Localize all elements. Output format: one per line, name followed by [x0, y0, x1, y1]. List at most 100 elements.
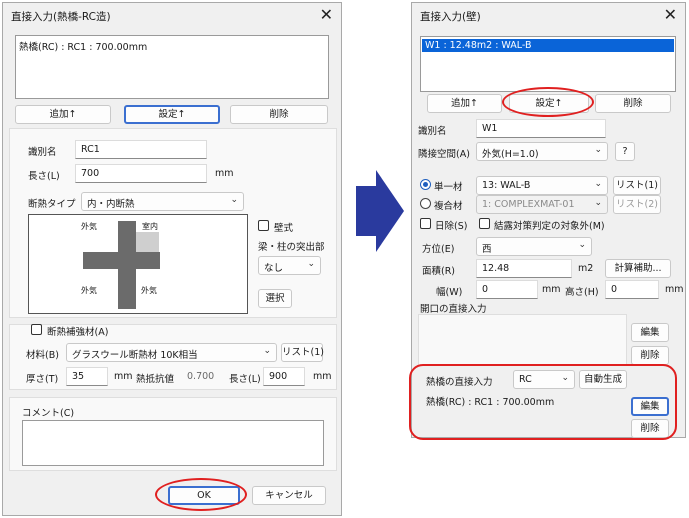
- adjacent-select[interactable]: 外気(H=1.0) ⌄: [476, 142, 608, 161]
- chevron-down-icon: ⌄: [594, 198, 602, 208]
- left-titlebar: 直接入力(熱橋-RC造) ✕: [3, 3, 341, 29]
- length-label: 長さ(L): [28, 171, 60, 182]
- left-dialog-title: 直接入力(熱橋-RC造): [11, 11, 111, 23]
- area-unit: m2: [578, 263, 594, 274]
- right-id-label: 識別名: [418, 126, 447, 137]
- length2-unit: mm: [313, 371, 332, 382]
- sun-shade-label: 日除(S): [435, 221, 468, 232]
- protrusion-value: なし: [264, 263, 284, 274]
- help-button[interactable]: ?: [615, 142, 635, 161]
- height-label: 高さ(H): [565, 287, 599, 298]
- diagram-outside-bottom-left: 外気: [81, 286, 97, 295]
- right-list-box[interactable]: W1 : 12.48m2 : WAL-B: [420, 36, 676, 92]
- comment-input[interactable]: [22, 420, 324, 466]
- insulation-diagram: 外気 室内 外気 外気: [28, 214, 248, 314]
- right-add-button[interactable]: 追加↑: [427, 94, 502, 113]
- left-list-box[interactable]: 熱橋(RC) : RC1 : 700.00mm: [15, 35, 329, 99]
- right-dialog-title: 直接入力(壁): [420, 11, 481, 23]
- composite-material-select[interactable]: 1: COMPLEXMAT-01 ⌄: [476, 195, 608, 214]
- area-label: 面積(R): [422, 266, 456, 277]
- ok-highlight-ellipse: [155, 478, 247, 511]
- thickness-input[interactable]: 35: [66, 367, 108, 386]
- insulation-type-value: 内・内断熱: [87, 199, 135, 210]
- left-delete-button[interactable]: 削除: [230, 105, 328, 124]
- direction-value: 西: [482, 244, 492, 255]
- chevron-down-icon: ⌄: [594, 179, 602, 189]
- thickness-unit: mm: [114, 371, 133, 382]
- diagram-inside-top-right: 室内: [142, 222, 158, 231]
- cancel-button[interactable]: キャンセル: [252, 486, 326, 505]
- width-unit: mm: [542, 284, 561, 295]
- chevron-down-icon: ⌄: [230, 195, 238, 205]
- diagram-outside-bottom-right: 外気: [141, 286, 157, 295]
- resistance-value: 0.700: [187, 371, 215, 382]
- right-list-item-selected[interactable]: W1 : 12.48m2 : WAL-B: [422, 39, 674, 52]
- chevron-down-icon: ⌄: [578, 240, 586, 250]
- opening-panel: [418, 314, 627, 366]
- width-label: 幅(W): [436, 287, 463, 298]
- reinforce-panel: 断熱補強材(A) 材料(B) グラスウール断熱材 10K相当 ⌄ リスト(1) …: [9, 324, 337, 390]
- material-select[interactable]: グラスウール断熱材 10K相当 ⌄: [66, 343, 277, 362]
- select-button[interactable]: 選択: [258, 289, 292, 308]
- direction-select[interactable]: 西 ⌄: [476, 237, 592, 256]
- material-value: グラスウール断熱材 10K相当: [72, 350, 198, 361]
- material-label: 材料(B): [26, 350, 59, 361]
- transition-arrow-icon: [356, 170, 404, 252]
- opening-label: 開口の直接入力: [420, 304, 487, 315]
- length-input[interactable]: 700: [75, 164, 207, 183]
- reinforce-checkbox[interactable]: [31, 324, 42, 335]
- thickness-label: 厚さ(T): [26, 374, 59, 385]
- id-input[interactable]: RC1: [75, 140, 207, 159]
- opening-delete-button[interactable]: 削除: [631, 346, 669, 365]
- adjacent-label: 隣接空間(A): [418, 149, 470, 160]
- sun-shade-checkbox[interactable]: [420, 218, 431, 229]
- height-unit: mm: [665, 284, 684, 295]
- chevron-down-icon: ⌄: [307, 259, 315, 269]
- comment-panel: コメント(C): [9, 397, 337, 471]
- resistance-label: 熱抵抗値: [136, 374, 175, 385]
- right-close-icon[interactable]: ✕: [664, 5, 677, 24]
- direction-label: 方位(E): [422, 244, 455, 255]
- composite-material-value: 1: COMPLEXMAT-01: [482, 199, 575, 210]
- composite-material-radio[interactable]: [420, 198, 431, 209]
- diagram-inside-insulation: [136, 232, 159, 252]
- left-list-item[interactable]: 熱橋(RC) : RC1 : 700.00mm: [19, 39, 147, 53]
- height-input[interactable]: 0: [605, 280, 659, 299]
- calc-helper-button[interactable]: 計算補助...: [605, 259, 671, 278]
- opening-edit-button[interactable]: 編集: [631, 323, 669, 342]
- diagram-wall-horizontal: [83, 252, 160, 269]
- id-label: 識別名: [28, 147, 57, 158]
- set-button-highlight-ellipse: [502, 87, 594, 117]
- single-list-button[interactable]: リスト(1): [613, 176, 661, 195]
- material-list-button[interactable]: リスト(1): [281, 343, 324, 362]
- reinforce-label: 断熱補強材(A): [47, 327, 109, 338]
- diagram-outside-top-left: 外気: [81, 222, 97, 231]
- wall-type-checkbox[interactable]: [258, 220, 269, 231]
- length2-input[interactable]: 900: [263, 367, 305, 386]
- wall-type-label: 壁式: [274, 223, 294, 234]
- composite-list-button[interactable]: リスト(2): [613, 195, 661, 214]
- left-dialog: 直接入力(熱橋-RC造) ✕ 熱橋(RC) : RC1 : 700.00mm 追…: [2, 2, 342, 516]
- right-id-input[interactable]: W1: [476, 119, 606, 138]
- width-input[interactable]: 0: [476, 280, 538, 299]
- single-material-radio[interactable]: [420, 179, 431, 190]
- comment-label: コメント(C): [22, 408, 75, 419]
- single-material-select[interactable]: 13: WAL-B ⌄: [476, 176, 608, 195]
- left-set-button[interactable]: 設定↑: [124, 105, 220, 124]
- chevron-down-icon: ⌄: [594, 145, 602, 155]
- condensation-label: 結露対策判定の対象外(M): [494, 221, 605, 232]
- single-material-value: 13: WAL-B: [482, 180, 531, 191]
- left-add-button[interactable]: 追加↑: [15, 105, 111, 124]
- area-input[interactable]: 12.48: [476, 259, 572, 278]
- protrusion-select[interactable]: なし ⌄: [258, 256, 321, 275]
- right-delete-button[interactable]: 削除: [595, 94, 671, 113]
- protrusion-label: 梁・柱の突出部: [258, 242, 325, 253]
- right-titlebar: 直接入力(壁) ✕: [412, 3, 685, 29]
- length-unit: mm: [215, 168, 234, 179]
- length2-label: 長さ(L): [229, 374, 261, 385]
- left-properties-panel: 識別名 RC1 長さ(L) 700 mm 断熱タイプ 内・内断熱 ⌄ 外気 室内…: [9, 128, 337, 318]
- insulation-type-label: 断熱タイプ: [28, 199, 76, 210]
- left-close-icon[interactable]: ✕: [320, 5, 333, 24]
- insulation-type-select[interactable]: 内・内断熱 ⌄: [81, 192, 244, 211]
- condensation-checkbox[interactable]: [479, 218, 490, 229]
